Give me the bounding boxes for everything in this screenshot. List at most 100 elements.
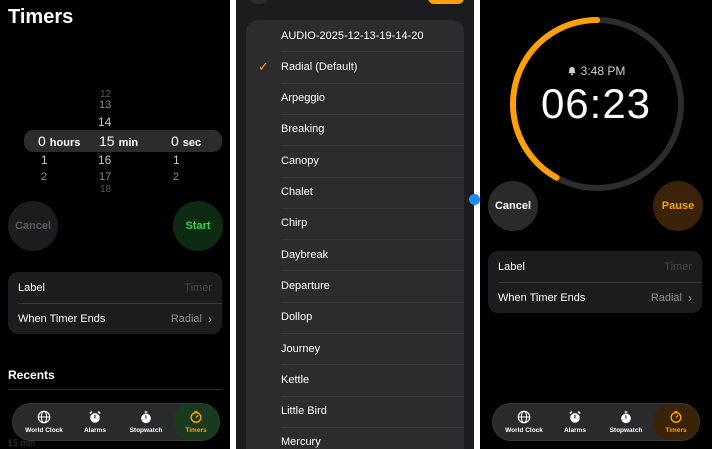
checkmark-icon: ✓ bbox=[258, 58, 269, 74]
sound-option[interactable]: Mercury bbox=[246, 427, 464, 449]
start-button[interactable]: Start bbox=[173, 201, 223, 251]
sound-option[interactable]: Chirp bbox=[246, 208, 464, 239]
tab-bar: World Clock Alarms Stopwatch Timers bbox=[12, 403, 220, 441]
scroll-indicator[interactable] bbox=[469, 194, 480, 205]
label-title: Label bbox=[498, 260, 525, 273]
alarm-clock-icon bbox=[89, 411, 101, 423]
cancel-button[interactable]: Cancel bbox=[8, 201, 58, 251]
when-ends-title: When Timer Ends bbox=[18, 312, 106, 325]
label-row[interactable]: Label Timer bbox=[18, 272, 212, 303]
seconds-picker-selected[interactable]: 0 sec bbox=[171, 133, 201, 149]
tab-label: Timers bbox=[665, 427, 687, 434]
sound-option[interactable]: AUDIO-2025-12-13-19-14-20 bbox=[246, 20, 464, 51]
minutes-option[interactable]: 14 bbox=[98, 115, 111, 129]
label-row[interactable]: Label Timer bbox=[498, 251, 692, 282]
minutes-option[interactable]: 16 bbox=[98, 153, 111, 167]
sound-option[interactable]: Chalet bbox=[246, 177, 464, 208]
alarm-clock-icon bbox=[569, 411, 581, 423]
timer-setup-screen: Timers 12 13 14 16 17 18 1 2 1 2 0 hours … bbox=[0, 0, 230, 449]
chevron-right-icon: › bbox=[688, 290, 692, 305]
seconds-value: 0 bbox=[171, 133, 179, 149]
seconds-unit: sec bbox=[182, 137, 202, 149]
label-value: Timer bbox=[664, 260, 692, 273]
tab-world-clock[interactable]: World Clock bbox=[21, 404, 67, 440]
sound-option[interactable]: ✓ Radial (Default) bbox=[246, 51, 464, 82]
tab-label: Timers bbox=[185, 427, 207, 434]
sound-option[interactable]: Dollop bbox=[246, 302, 464, 333]
sound-option-label: Chalet bbox=[281, 186, 313, 198]
when-ends-title: When Timer Ends bbox=[498, 291, 586, 304]
label-title: Label bbox=[18, 281, 45, 294]
tab-label: Stopwatch bbox=[129, 427, 163, 434]
sound-option-label: Canopy bbox=[281, 154, 319, 167]
timer-settings-group: Label Timer When Timer Ends Radial › bbox=[488, 251, 702, 313]
minutes-picker-selected[interactable]: 15 min bbox=[99, 133, 138, 149]
set-button[interactable] bbox=[428, 0, 464, 4]
countdown-display: 06:23 bbox=[540, 80, 652, 127]
minutes-unit: min bbox=[118, 137, 139, 149]
seconds-option[interactable]: 1 bbox=[173, 153, 180, 167]
back-button[interactable] bbox=[248, 0, 270, 4]
sound-option-label: Arpeggio bbox=[281, 92, 326, 105]
sound-option-label: AUDIO-2025-12-13-19-14-20 bbox=[281, 29, 424, 42]
recents-heading: Recents bbox=[8, 368, 55, 382]
tab-alarms[interactable]: Alarms bbox=[553, 404, 597, 440]
tab-label: Alarms bbox=[83, 427, 107, 434]
tab-label: Alarms bbox=[563, 427, 587, 434]
sound-option-label: Dollop bbox=[281, 311, 313, 324]
hours-picker-selected[interactable]: 0 hours bbox=[38, 133, 80, 149]
sound-option[interactable]: Little Bird bbox=[246, 396, 464, 427]
timer-icon bbox=[190, 410, 202, 423]
globe-icon bbox=[517, 410, 531, 424]
sound-option[interactable]: Daybreak bbox=[246, 239, 464, 270]
alarm-time-line: 3:48 PM bbox=[480, 64, 712, 78]
minutes-option[interactable]: 17 bbox=[99, 171, 111, 183]
hours-option[interactable]: 2 bbox=[41, 171, 47, 183]
sound-option[interactable]: Canopy bbox=[246, 145, 464, 176]
cancel-button[interactable]: Cancel bbox=[488, 181, 538, 231]
sound-option[interactable]: Departure bbox=[246, 270, 464, 301]
sound-option-label: Little Bird bbox=[281, 405, 327, 418]
when-ends-value: Radial bbox=[170, 312, 202, 325]
hours-value: 0 bbox=[38, 133, 46, 149]
sound-option-label: Departure bbox=[281, 279, 330, 292]
sound-picker-screen: AUDIO-2025-12-13-19-14-20 ✓ Radial (Defaul… bbox=[236, 0, 476, 449]
tab-timers[interactable]: Timers bbox=[653, 404, 699, 440]
tab-label: Stopwatch bbox=[609, 427, 643, 434]
sound-option[interactable]: Journey bbox=[246, 333, 464, 364]
tab-stopwatch[interactable]: Stopwatch bbox=[601, 404, 651, 440]
hours-unit: hours bbox=[49, 137, 81, 149]
tab-label: World Clock bbox=[505, 427, 543, 434]
when-timer-ends-row[interactable]: When Timer Ends Radial › bbox=[498, 282, 692, 313]
tab-stopwatch[interactable]: Stopwatch bbox=[121, 404, 171, 440]
sound-option[interactable]: Kettle bbox=[246, 364, 464, 395]
divider bbox=[474, 0, 477, 449]
sound-option-label: Journey bbox=[281, 342, 321, 355]
page-title: Timers bbox=[8, 6, 74, 28]
stopwatch-icon bbox=[141, 411, 151, 424]
alarm-time: 3:48 PM bbox=[580, 64, 626, 78]
tab-label: World Clock bbox=[25, 427, 63, 434]
seconds-option[interactable]: 2 bbox=[173, 171, 179, 183]
bell-icon bbox=[567, 66, 576, 76]
label-value: Timer bbox=[184, 281, 212, 294]
minutes-option[interactable]: 13 bbox=[99, 99, 111, 111]
stopwatch-icon bbox=[621, 411, 631, 424]
tab-timers[interactable]: Timers bbox=[173, 404, 219, 440]
sound-option[interactable]: Breaking bbox=[246, 114, 464, 145]
pause-button[interactable]: Pause bbox=[653, 181, 703, 231]
hours-option[interactable]: 1 bbox=[41, 153, 48, 167]
sound-list: AUDIO-2025-12-13-19-14-20 ✓ Radial (Defaul… bbox=[246, 20, 464, 449]
timer-settings-group: Label Timer When Timer Ends Radial › bbox=[8, 272, 222, 334]
tab-world-clock[interactable]: World Clock bbox=[501, 404, 547, 440]
when-timer-ends-row[interactable]: When Timer Ends Radial › bbox=[18, 303, 212, 334]
running-timer-screen: 3:48 PM 06:23 Cancel Pause Label Timer W… bbox=[480, 0, 712, 449]
sound-option-label: Mercury bbox=[281, 436, 321, 449]
when-ends-value: Radial bbox=[650, 291, 682, 304]
sound-option-label: Breaking bbox=[281, 123, 325, 136]
sound-option-label: Chirp bbox=[281, 217, 308, 230]
minutes-option[interactable]: 18 bbox=[100, 184, 111, 195]
sound-option-label: Daybreak bbox=[281, 248, 329, 261]
tab-alarms[interactable]: Alarms bbox=[73, 404, 117, 440]
sound-option[interactable]: Arpeggio bbox=[246, 83, 464, 114]
